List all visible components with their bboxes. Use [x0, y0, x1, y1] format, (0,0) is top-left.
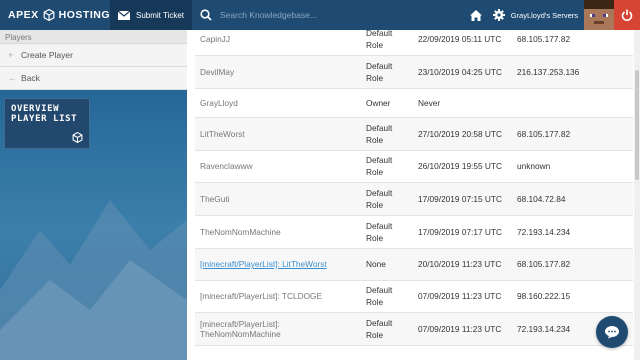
player-role-cell: None — [361, 248, 413, 281]
last-login-cell: 20/10/2019 11:23 UTC — [413, 248, 512, 281]
player-name-cell: TheGuti — [195, 182, 361, 216]
player-role-cell: Default Role — [361, 280, 413, 313]
ip-address-cell: 68.104.72.84 — [512, 182, 633, 216]
avatar[interactable] — [584, 0, 614, 30]
submit-ticket-label: Submit Ticket — [136, 10, 185, 20]
cube-icon — [72, 132, 83, 143]
table-row: [minecraft/PlayerList]: LitTheWorst None 2… — [195, 248, 633, 281]
player-name-cell: TheNomNomMachine — [195, 215, 361, 249]
brand-text-hosting: HOSTING — [58, 9, 110, 21]
gear-icon — [492, 9, 505, 21]
chat-bubble-icon — [605, 326, 619, 339]
player-name-cell: GrayLloyd — [195, 88, 361, 118]
search-icon — [200, 9, 212, 21]
sidebar-item-label: Create Player — [21, 50, 73, 60]
ip-address-cell: 98.160.222.15 — [512, 280, 633, 313]
ip-address-cell: 72.193.14.234 — [512, 215, 633, 249]
player-name-cell: LitTheWorst — [195, 117, 361, 151]
player-name-cell: Ravenclawww — [195, 150, 361, 183]
envelope-icon — [118, 10, 130, 20]
table-row: TheGuti Default Role 17/09/2019 07:15 UTC 6… — [195, 182, 633, 216]
player-role-cell: Default Role — [361, 312, 413, 346]
sidebar-menu: Players + Create Player ← Back — [0, 30, 187, 90]
player-role-cell: Default Role — [361, 182, 413, 216]
player-name-cell: [minecraft/PlayerList]: TCLDOGE — [195, 280, 361, 313]
ip-address-cell: 68.105.177.82 — [512, 248, 633, 281]
player-role-cell: Default Role — [361, 215, 413, 249]
player-role-cell: Owner — [361, 88, 413, 118]
scrollbar[interactable] — [634, 30, 640, 360]
player-name-cell[interactable]: [minecraft/PlayerList]: LitTheWorst — [195, 248, 361, 281]
sidebar-item-label: Back — [21, 73, 40, 83]
ip-address-cell: unknown — [512, 150, 633, 183]
table-row: Ravenclawww Default Role 26/10/2019 19:55 … — [195, 150, 633, 183]
last-login-cell: 22/09/2019 05:11 UTC — [413, 30, 512, 56]
player-name-cell: [minecraft/PlayerList]: TheNomNomMachine — [195, 312, 361, 346]
last-login-cell: 27/10/2019 20:58 UTC — [413, 117, 512, 151]
table-row: [minecraft/PlayerList]: TheNomNomMachine… — [195, 312, 633, 346]
home-icon — [469, 9, 482, 21]
power-icon — [621, 9, 633, 21]
sidebar: Players + Create Player ← Back OVERVIEW … — [0, 30, 187, 360]
brand-text-apex: APEX — [8, 9, 39, 21]
top-bar: APEX HOSTING Submit Ticket Search Knowle… — [0, 0, 640, 30]
player-table: CapinJJ Default Role 22/09/2019 05:11 UTC 6… — [195, 30, 633, 346]
player-role-cell: Default Role — [361, 150, 413, 183]
ip-address-cell — [512, 88, 633, 118]
settings-button[interactable] — [489, 9, 509, 21]
plus-icon: + — [8, 50, 14, 60]
player-table-panel: CapinJJ Default Role 22/09/2019 05:11 UTC 6… — [187, 30, 640, 360]
chat-button[interactable] — [596, 316, 628, 348]
table-row: CapinJJ Default Role 22/09/2019 05:11 UTC 6… — [195, 30, 633, 56]
home-button[interactable] — [463, 9, 489, 21]
ip-address-cell: 68.105.177.82 — [512, 117, 633, 151]
sidebar-item-back[interactable]: ← Back — [0, 67, 187, 90]
player-name-cell: DevilMay — [195, 55, 361, 89]
player-role-cell: Default Role — [361, 55, 413, 89]
brand-logo[interactable]: APEX HOSTING — [0, 0, 110, 30]
player-role-cell: Default Role — [361, 117, 413, 151]
player-list-title: PLAYER LIST — [11, 114, 78, 124]
last-login-cell: 17/09/2019 07:17 UTC — [413, 215, 512, 249]
back-arrow-icon: ← — [8, 73, 17, 83]
search-input[interactable]: Search Knowledgebase... — [220, 10, 317, 20]
cube-logo-icon — [43, 8, 55, 22]
table-row: GrayLloyd Owner Never — [195, 88, 633, 118]
player-role-cell: Default Role — [361, 30, 413, 56]
overview-player-list-banner: OVERVIEW PLAYER LIST — [4, 98, 90, 149]
submit-ticket-button[interactable]: Submit Ticket — [110, 0, 193, 30]
scrollbar-thumb[interactable] — [635, 70, 639, 180]
search-bar[interactable]: Search Knowledgebase... — [192, 0, 463, 30]
last-login-cell: 23/10/2019 04:25 UTC — [413, 55, 512, 89]
ip-address-cell: 68.105.177.82 — [512, 30, 633, 56]
sidebar-item-create-player[interactable]: + Create Player — [0, 44, 187, 67]
player-name-link[interactable]: [minecraft/PlayerList]: LitTheWorst — [200, 259, 327, 269]
last-login-cell: 26/10/2019 19:55 UTC — [413, 150, 512, 183]
logout-button[interactable] — [614, 0, 640, 30]
last-login-cell: 07/09/2019 11:23 UTC — [413, 312, 512, 346]
table-row: DevilMay Default Role 23/10/2019 04:25 UTC… — [195, 55, 633, 89]
table-row: LitTheWorst Default Role 27/10/2019 20:58 … — [195, 117, 633, 151]
sidebar-section-title: Players — [0, 30, 187, 44]
last-login-cell: 07/09/2019 11:23 UTC — [413, 280, 512, 313]
table-row: [minecraft/PlayerList]: TCLDOGE Default R… — [195, 280, 633, 313]
last-login-cell: Never — [413, 88, 512, 118]
ip-address-cell: 216.137.253.136 — [512, 55, 633, 89]
servers-menu[interactable]: GrayLloyd's Servers — [511, 11, 578, 20]
player-name-cell: CapinJJ — [195, 30, 361, 56]
table-row: TheNomNomMachine Default Role 17/09/2019 0… — [195, 215, 633, 249]
overview-title: OVERVIEW — [11, 104, 60, 114]
mountain-background — [0, 200, 187, 360]
last-login-cell: 17/09/2019 07:15 UTC — [413, 182, 512, 216]
